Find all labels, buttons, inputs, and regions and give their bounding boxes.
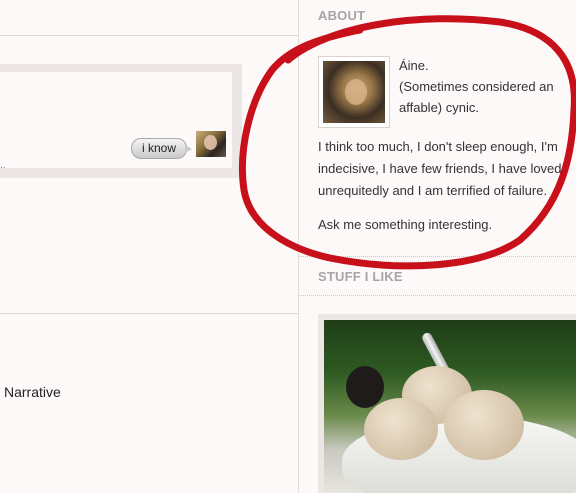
chat-post: [0, 64, 242, 178]
divider-middle: [0, 313, 298, 314]
chat-ellipsis: ..: [0, 160, 6, 171]
chat-bubble: i know: [131, 138, 192, 159]
narrative-label[interactable]: Narrative: [4, 384, 61, 400]
cookie-shape: [346, 366, 384, 408]
sidebar-divider: [298, 0, 299, 493]
chat-avatar[interactable]: [196, 131, 226, 157]
ice-cream-photo: [324, 320, 576, 493]
stuff-heading: STUFF I LIKE: [318, 269, 403, 284]
about-heading: ABOUT: [318, 8, 366, 23]
divider-top: [0, 35, 298, 36]
stuff-photo-frame[interactable]: [318, 314, 576, 493]
profile-photo: [318, 56, 390, 128]
profile-tagline: (Sometimes considered an affable) cynic.: [399, 79, 554, 115]
stuff-separator: [299, 295, 576, 296]
scoop-shape: [364, 398, 438, 460]
about-separator: [299, 256, 576, 257]
ask-prompt[interactable]: Ask me something interesting.: [318, 217, 492, 232]
profile-name: Áine.: [399, 58, 429, 73]
profile-bio: I think too much, I don't sleep enough, …: [318, 139, 562, 198]
scoop-shape: [444, 390, 524, 460]
profile-image: [323, 61, 385, 123]
